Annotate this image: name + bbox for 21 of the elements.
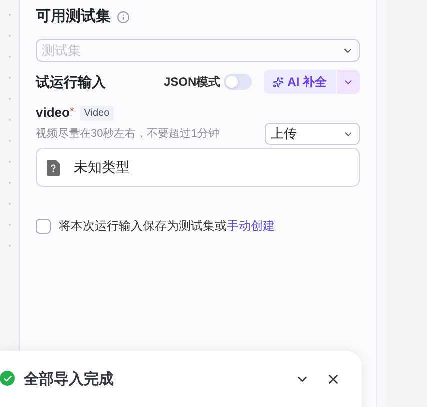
sparkle-icon: [272, 76, 284, 88]
section-title: 试运行输入: [36, 72, 106, 92]
required-mark: *: [70, 105, 74, 120]
dropdown-button[interactable]: [337, 70, 360, 94]
save-option-text: 将本次运行输入保存为测试集或手动创建: [59, 218, 275, 235]
field-name: video: [36, 104, 70, 122]
ai-complete-button[interactable]: AI 补全: [264, 70, 336, 94]
info-icon[interactable]: [117, 10, 130, 24]
type-tag: Video: [80, 106, 114, 120]
file-upload-box[interactable]: 未知类型: [36, 148, 360, 187]
json-mode-toggle[interactable]: [224, 74, 252, 90]
toast-message: 全部导入完成: [24, 370, 114, 390]
save-checkbox[interactable]: [36, 218, 51, 234]
file-type-label: 未知类型: [74, 158, 130, 177]
json-mode-label: JSON模式: [164, 74, 221, 91]
hint-text: 视频尽量在30秒左右，不要超过1分钟: [36, 126, 220, 142]
close-icon[interactable]: [326, 372, 341, 387]
source-select[interactable]: 上传: [265, 123, 360, 145]
unknown-file-icon: [47, 160, 60, 176]
manual-create-link[interactable]: 手动创建: [227, 219, 275, 233]
section-title: 可用测试集: [36, 6, 111, 27]
